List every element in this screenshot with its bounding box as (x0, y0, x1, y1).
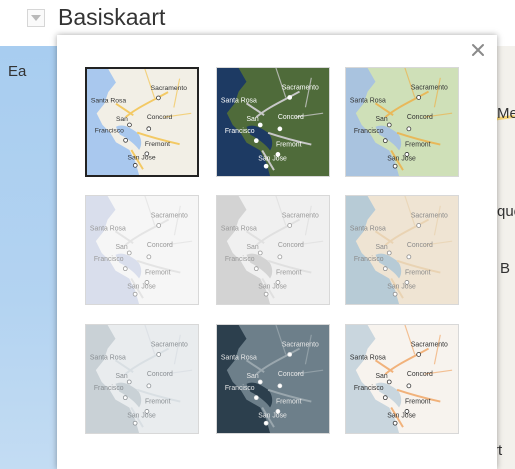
svg-text:Francisco: Francisco (354, 385, 384, 392)
svg-text:Santa Rosa: Santa Rosa (350, 354, 386, 361)
background-map-label: que (497, 203, 515, 220)
svg-text:Fremont: Fremont (276, 399, 302, 406)
svg-text:San Jose: San Jose (387, 412, 416, 419)
svg-text:Santa Rosa: Santa Rosa (350, 225, 386, 232)
svg-text:Francisco: Francisco (94, 385, 124, 392)
svg-text:Francisco: Francisco (225, 385, 255, 392)
basemap-option-satellite[interactable]: Sacramento Santa Rosa San Francisco Concord F… (216, 67, 330, 177)
svg-text:San: San (116, 116, 128, 123)
svg-text:San: San (375, 116, 387, 123)
svg-text:Concord: Concord (407, 114, 433, 121)
svg-text:San Jose: San Jose (258, 412, 287, 419)
svg-text:Francisco: Francisco (354, 128, 384, 135)
svg-text:Santa Rosa: Santa Rosa (90, 225, 126, 232)
svg-text:Sacramento: Sacramento (411, 213, 448, 220)
svg-text:Fremont: Fremont (145, 399, 171, 406)
svg-text:Santa Rosa: Santa Rosa (221, 97, 257, 104)
svg-text:Concord: Concord (278, 371, 304, 378)
svg-text:San: San (375, 373, 387, 380)
svg-text:Concord: Concord (147, 242, 173, 249)
svg-text:San: San (115, 373, 127, 380)
background-map-label: B (500, 260, 511, 277)
svg-text:Sacramento: Sacramento (411, 342, 448, 349)
svg-text:Francisco: Francisco (95, 128, 124, 135)
svg-text:Concord: Concord (278, 114, 304, 121)
svg-text:Fremont: Fremont (405, 142, 431, 149)
background-map-label: Ea (8, 63, 27, 80)
basemap-option-beige[interactable]: Sacramento Santa Rosa San Francisco Concord F… (345, 195, 459, 305)
svg-text:Fremont: Fremont (276, 270, 302, 277)
svg-text:San: San (246, 373, 258, 380)
basemap-option-dark[interactable]: Sacramento Santa Rosa San Francisco Concord F… (216, 324, 330, 434)
svg-text:Fremont: Fremont (145, 141, 170, 148)
svg-text:Francisco: Francisco (225, 256, 255, 263)
close-icon (472, 44, 484, 56)
svg-text:Francisco: Francisco (94, 256, 124, 263)
svg-text:Sacramento: Sacramento (282, 342, 319, 349)
collapse-button[interactable] (27, 9, 45, 27)
svg-text:San Jose: San Jose (128, 155, 156, 162)
svg-text:San Jose: San Jose (387, 155, 416, 162)
basemap-option-blue-grey[interactable]: Sacramento Santa Rosa San Francisco Concord F… (85, 324, 199, 434)
svg-text:San: San (115, 244, 127, 251)
svg-text:Fremont: Fremont (405, 399, 431, 406)
svg-text:San Jose: San Jose (127, 283, 156, 290)
svg-text:Santa Rosa: Santa Rosa (221, 354, 257, 361)
svg-text:San: San (246, 116, 258, 123)
svg-text:San Jose: San Jose (127, 412, 156, 419)
svg-text:Fremont: Fremont (145, 270, 171, 277)
basemap-option-standard[interactable]: Sacramento Santa Rosa San Francisco Concord F… (85, 67, 199, 177)
basemap-option-grey[interactable]: Sacramento Santa Rosa San Francisco Concord F… (216, 195, 330, 305)
svg-text:Sacramento: Sacramento (282, 85, 319, 92)
svg-text:Francisco: Francisco (354, 256, 384, 263)
chevron-down-icon (31, 15, 41, 21)
svg-text:Santa Rosa: Santa Rosa (90, 354, 126, 361)
map-thumbnail: Sacramento Santa Rosa San Francisco Concord F… (217, 68, 329, 176)
svg-text:Santa Rosa: Santa Rosa (221, 225, 257, 232)
svg-text:San: San (246, 244, 258, 251)
page-title: Basiskaart (58, 4, 166, 30)
map-thumbnail: Sacramento Santa Rosa San Francisco Concord F… (346, 325, 458, 433)
svg-text:Sacramento: Sacramento (282, 213, 319, 220)
svg-text:Concord: Concord (407, 371, 433, 378)
svg-text:Sacramento: Sacramento (151, 85, 188, 92)
map-thumbnail: Sacramento Santa Rosa San Francisco Concord F… (217, 325, 329, 433)
close-button[interactable] (469, 41, 487, 59)
svg-text:Concord: Concord (278, 242, 304, 249)
basemap-option-terrain[interactable]: Sacramento Santa Rosa San Francisco Concord F… (345, 67, 459, 177)
svg-text:San Jose: San Jose (387, 283, 416, 290)
svg-text:Santa Rosa: Santa Rosa (350, 97, 386, 104)
background-map-label: Me (497, 105, 515, 122)
map-thumbnail: Sacramento Santa Rosa San Francisco Concord F… (346, 68, 458, 176)
svg-text:San Jose: San Jose (258, 155, 287, 162)
svg-text:Fremont: Fremont (405, 270, 431, 277)
svg-text:Sacramento: Sacramento (411, 85, 448, 92)
svg-text:Concord: Concord (407, 242, 433, 249)
svg-text:Sacramento: Sacramento (151, 213, 188, 220)
svg-text:Concord: Concord (147, 371, 173, 378)
svg-text:Sacramento: Sacramento (151, 342, 188, 349)
map-thumbnail: Sacramento Santa Rosa San Francisco Concord F… (346, 196, 458, 304)
map-thumbnail: Sacramento Santa Rosa San Francisco Concord F… (86, 325, 198, 433)
map-thumbnail: Sacramento Santa Rosa San Francisco Concord F… (87, 69, 197, 175)
svg-text:San: San (375, 244, 387, 251)
basemap-option-light[interactable]: Sacramento Santa Rosa San Francisco Concord F… (85, 195, 199, 305)
svg-text:Santa Rosa: Santa Rosa (91, 98, 126, 105)
svg-text:Francisco: Francisco (225, 128, 255, 135)
svg-text:San Jose: San Jose (258, 283, 287, 290)
basemap-option-vintage[interactable]: Sacramento Santa Rosa San Francisco Concord F… (345, 324, 459, 434)
map-thumbnail: Sacramento Santa Rosa San Francisco Concord F… (86, 196, 198, 304)
basemap-picker-panel: Sacramento Santa Rosa San Francisco Concord F… (57, 35, 497, 469)
svg-text:Concord: Concord (147, 114, 173, 121)
map-thumbnail: Sacramento Santa Rosa San Francisco Concord F… (217, 196, 329, 304)
svg-text:Fremont: Fremont (276, 142, 302, 149)
